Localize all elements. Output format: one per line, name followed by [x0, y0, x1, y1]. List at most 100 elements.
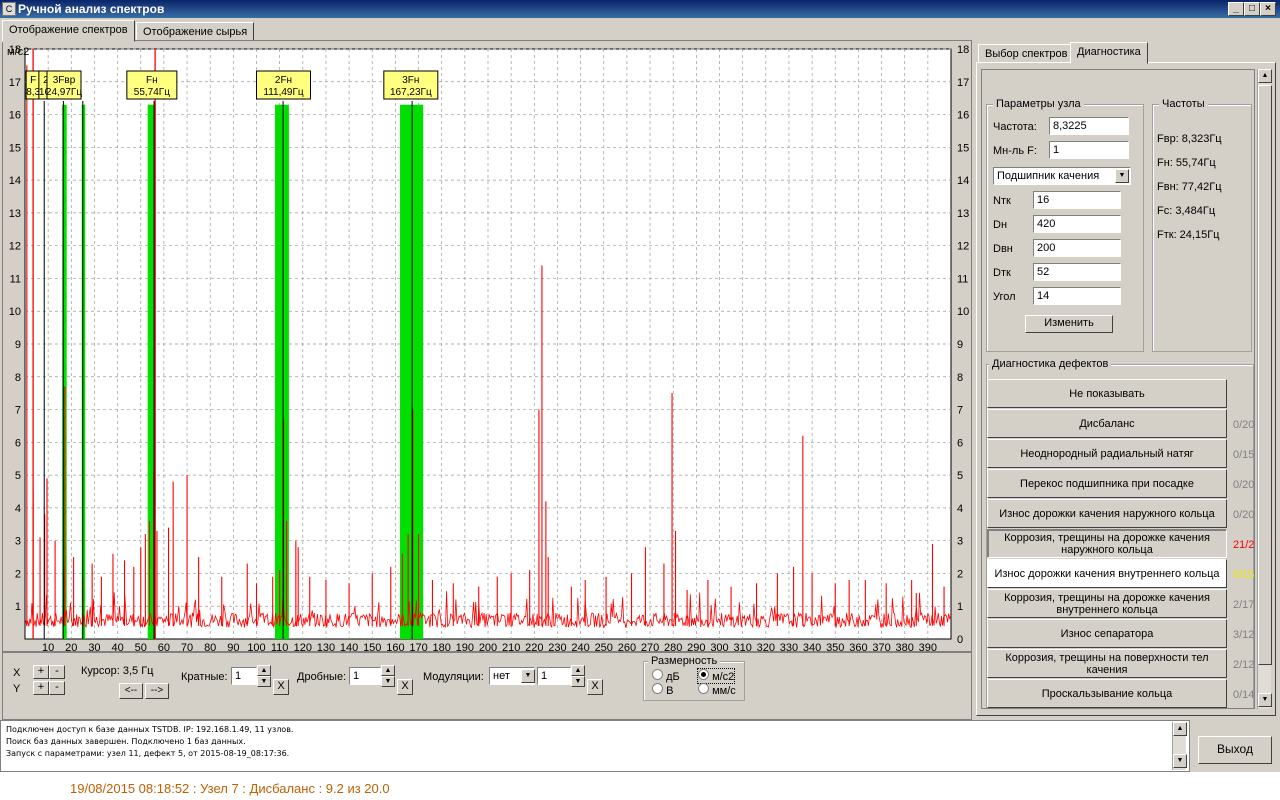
fractions-down-arrow[interactable]: ▼	[381, 676, 395, 687]
param-input[interactable]: 420	[1033, 215, 1121, 233]
x-tick-label: 70	[181, 642, 193, 651]
modulation-count-input[interactable]: 1	[537, 667, 571, 685]
y-unit-label: м/с2	[7, 46, 29, 58]
fractions-input[interactable]: 1	[349, 667, 381, 685]
x-tick-label: 210	[502, 642, 520, 651]
freq-input[interactable]: 8,3225	[1049, 117, 1129, 135]
param-input[interactable]: 16	[1033, 191, 1121, 209]
change-button[interactable]: Изменить	[1025, 315, 1113, 333]
y-zoom-in-button[interactable]: +	[33, 681, 49, 695]
defect-button[interactable]: Износ дорожки качения внутреннего кольца	[987, 559, 1227, 588]
fractions-clear-button[interactable]: X	[397, 679, 413, 695]
node-params-title: Параметры узла	[993, 98, 1084, 110]
marker-name: 3Fн	[402, 75, 419, 86]
y-tick-label-right: 3	[957, 536, 963, 548]
x-tick-label: 190	[456, 642, 474, 651]
defect-button[interactable]: Коррозия, трещины на поверхности тел кач…	[987, 649, 1227, 678]
x-tick-label: 160	[386, 642, 404, 651]
harmonic-band	[400, 104, 424, 639]
defects-group: Диагностика дефектов Не показывать Дисба…	[986, 358, 1255, 708]
dim-option-mms[interactable]: мм/с	[698, 683, 736, 697]
app-icon[interactable]: C	[2, 2, 16, 16]
scroll-up-arrow[interactable]: ▲	[1258, 69, 1272, 83]
y-tick-label-right: 14	[957, 175, 969, 187]
defect-button[interactable]: Проскальзывание кольца	[987, 679, 1227, 708]
tab-raw[interactable]: Отображение сырья	[136, 22, 255, 42]
cursor-readout: Курсор: 3,5 Гц	[81, 665, 154, 677]
control-bar: X Y + - + - Курсор: 3,5 Гц <-- --> Кратн…	[2, 652, 972, 720]
x-zoom-out-button[interactable]: -	[49, 665, 65, 679]
y-tick-label-left: 12	[9, 241, 21, 253]
param-input[interactable]: 14	[1033, 287, 1121, 305]
x-tick-label: 60	[158, 642, 170, 651]
defect-button[interactable]: Перекос подшипника при посадке	[987, 469, 1227, 498]
defect-count: 21/2	[1233, 539, 1255, 551]
defect-count: 0/15	[1233, 449, 1255, 461]
y-tick-label-right: 12	[957, 241, 969, 253]
cursor-left-button[interactable]: <--	[119, 683, 143, 699]
y-tick-label-right: 15	[957, 142, 969, 154]
tab-select-spectra[interactable]: Выбор спектров	[978, 44, 1075, 64]
modulation-down-arrow[interactable]: ▼	[571, 676, 585, 687]
status-line: 19/08/2015 08:18:52 : Узел 7 : Дисбаланс…	[70, 781, 390, 796]
x-tick-label: 380	[896, 642, 914, 651]
y-tick-label-left: 11	[10, 273, 21, 285]
window-title-bar: Ручной анализ спектров	[0, 0, 1280, 18]
defect-button[interactable]: Износ дорожки качения наружного кольца	[987, 499, 1227, 528]
param-input[interactable]: 200	[1033, 239, 1121, 257]
minimize-button[interactable]: _	[1228, 2, 1244, 16]
x-zoom-in-button[interactable]: +	[33, 665, 49, 679]
x-tick-label: 390	[919, 642, 937, 651]
log-scrollbar[interactable]: ▲ ▼	[1172, 722, 1187, 770]
marker-value: 167,23Гц	[390, 87, 432, 98]
close-button[interactable]: ×	[1260, 2, 1276, 16]
multiples-up-arrow[interactable]: ▲	[257, 665, 271, 676]
spectrum-chart[interactable]: 10 20 30 40 50 60 70 80 90 100 110 120 130 140 150 160 1…	[3, 41, 971, 654]
defect-button[interactable]: Не показывать	[987, 379, 1227, 408]
tab-spectra[interactable]: Отображение спектров	[2, 20, 135, 42]
y-tick-label-right: 0	[957, 634, 963, 646]
harmonic-marker-label: 3Fн167,23Гц	[383, 70, 439, 100]
fractions-label: Дробные:	[297, 671, 347, 683]
log-scroll-down-arrow[interactable]: ▼	[1173, 754, 1187, 768]
scroll-thumb[interactable]	[1258, 85, 1272, 665]
frequency-item: Fтк: 24,15Гц	[1157, 229, 1220, 241]
y-tick-label-right: 17	[957, 77, 969, 89]
param-label: Dн	[993, 219, 1008, 231]
dim-option-db[interactable]: дБ	[652, 669, 680, 683]
y-tick-label-right: 2	[957, 568, 963, 580]
exit-button[interactable]: Выход	[1198, 736, 1272, 764]
defect-button[interactable]: Неоднородный радиальный натяг	[987, 439, 1227, 468]
dim-option-v[interactable]: В	[652, 683, 673, 697]
scroll-down-arrow[interactable]: ▼	[1258, 693, 1272, 707]
defect-button[interactable]: Износ сепаратора	[987, 619, 1227, 648]
modulation-dropdown-arrow[interactable]: ▼	[521, 669, 535, 683]
log-scroll-up-arrow[interactable]: ▲	[1173, 722, 1187, 736]
y-tick-label-right: 13	[957, 208, 969, 220]
dim-option-ms2[interactable]: м/с2	[696, 668, 736, 684]
param-label: Nтк	[993, 195, 1011, 207]
defect-count: 9/15	[1233, 569, 1255, 581]
multiples-clear-button[interactable]: X	[273, 679, 289, 695]
bearing-type-dropdown-arrow[interactable]: ▼	[1115, 169, 1129, 183]
diagnostics-scrollbar[interactable]: ▲ ▼	[1257, 69, 1272, 709]
param-input[interactable]: 52	[1033, 263, 1121, 281]
multiples-down-arrow[interactable]: ▼	[257, 676, 271, 687]
y-tick-label-left: 15	[9, 142, 21, 154]
mult-input[interactable]: 1	[1049, 141, 1129, 159]
bearing-type-select[interactable]: Подшипник качения	[993, 167, 1131, 185]
tab-diagnostics[interactable]: Диагностика	[1070, 42, 1148, 64]
modulation-clear-button[interactable]: X	[587, 679, 603, 695]
defect-button[interactable]: Дисбаланс	[987, 409, 1227, 438]
modulation-up-arrow[interactable]: ▲	[571, 665, 585, 676]
maximize-button[interactable]: □	[1244, 2, 1260, 16]
x-tick-label: 90	[227, 642, 239, 651]
defect-button[interactable]: Коррозия, трещины на дорожке качения нар…	[987, 529, 1227, 558]
y-zoom-out-button[interactable]: -	[49, 681, 65, 695]
frequency-item: Fн: 55,74Гц	[1157, 157, 1216, 169]
multiples-label: Кратные:	[181, 671, 228, 683]
fractions-up-arrow[interactable]: ▲	[381, 665, 395, 676]
multiples-input[interactable]: 1	[231, 667, 257, 685]
defect-button[interactable]: Коррозия, трещины на дорожке качения вну…	[987, 589, 1227, 618]
cursor-right-button[interactable]: -->	[145, 683, 169, 699]
